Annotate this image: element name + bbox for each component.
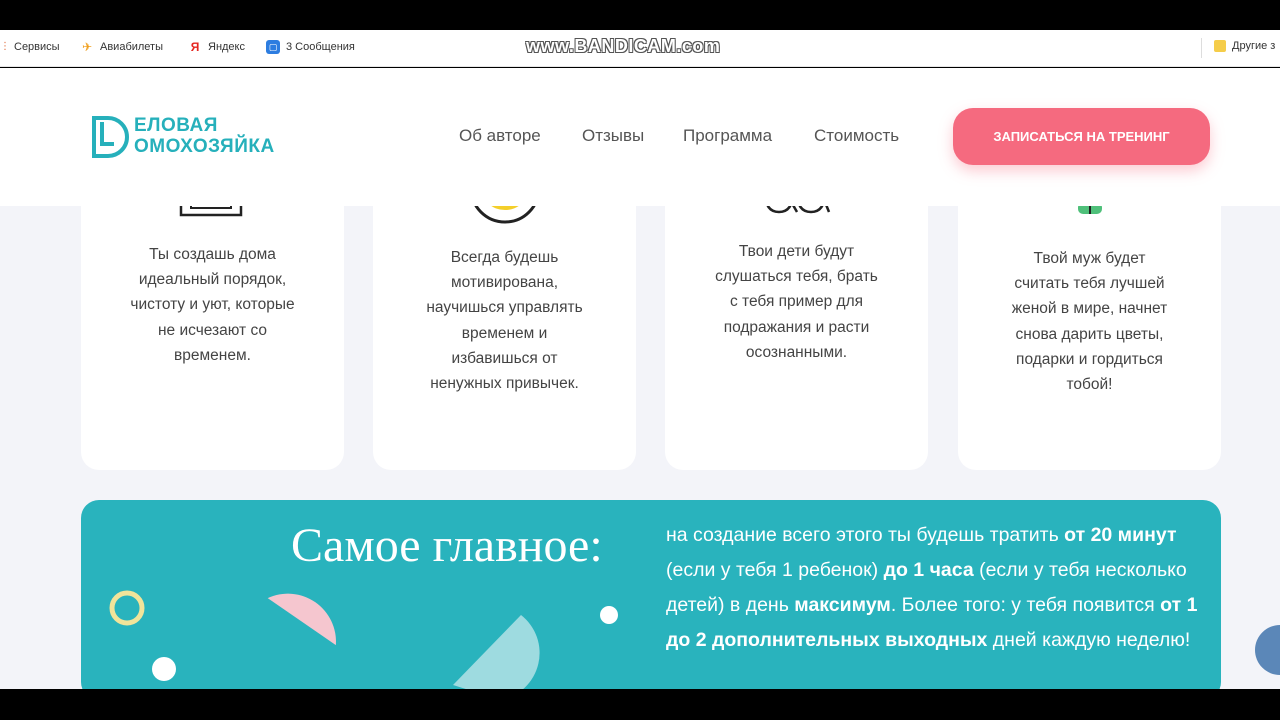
nav-reviews[interactable]: Отзывы: [582, 126, 644, 146]
folder-icon: [1214, 40, 1226, 52]
banner-text-bold: от 20 минут: [1064, 524, 1177, 546]
card-line: подражания и расти: [723, 318, 870, 336]
card-line: мотивирована,: [451, 274, 558, 292]
web-page: Ты создашь дома идеальный порядок, чисто…: [0, 68, 1280, 689]
benefit-card-motivation: Всегда будешь мотивирована, научишься уп…: [373, 188, 636, 470]
card-line: считать тебя лучшей: [1014, 275, 1165, 293]
bookmark-label: Авиабилеты: [100, 41, 164, 53]
recording-watermark: www.BANDICAM.com: [526, 36, 721, 56]
banner-text-part: на создание всего этого ты будешь тратит…: [666, 524, 1065, 546]
card-line: идеальный порядок,: [138, 271, 287, 289]
banner-text-bold: до 1 часа: [883, 559, 974, 581]
bookmarks-divider: [1201, 38, 1202, 58]
yandex-icon: Я: [190, 40, 200, 54]
messages-icon: ▢: [266, 40, 280, 54]
bookmark-label: Яндекс: [208, 41, 245, 53]
logo-mark-icon: [92, 116, 129, 158]
site-logo[interactable]: ЕЛОВАЯ ОМОХОЗЯЙКА: [90, 115, 290, 160]
card-line: снова дарить цветы,: [1015, 325, 1164, 343]
card-line: Ты создашь дома: [149, 246, 276, 263]
bookmark-services[interactable]: ⋮ Сервисы: [0, 40, 60, 54]
card-line: Твои дети будут: [738, 243, 855, 260]
apps-grid-icon: ⋮: [0, 41, 10, 52]
card-line: ненужных привычек.: [430, 375, 579, 393]
card-line: избавишься от: [451, 349, 558, 367]
bookmark-label: Другие з: [1232, 40, 1276, 52]
bookmark-label: Сервисы: [14, 41, 60, 53]
screen-frame: ⋮ Сервисы ✈ Авиабилеты Я Яндекс ▢ 3 Сооб…: [0, 0, 1280, 720]
card-line: временем.: [174, 346, 251, 364]
card-line: научишься управлять: [426, 299, 583, 317]
card-text: Всегда будешь мотивирована, научишься уп…: [393, 245, 616, 396]
letterbox-bar: [0, 689, 1280, 720]
bookmark-messages[interactable]: ▢ 3 Сообщения: [266, 40, 355, 54]
card-line: подарки и гордиться: [1016, 350, 1163, 368]
signup-training-button[interactable]: ЗАПИСАТЬСЯ НА ТРЕНИНГ: [953, 108, 1210, 165]
card-text: Ты создашь дома идеальный порядок, чисто…: [101, 242, 324, 368]
banner-title: Самое главное:: [291, 519, 603, 572]
banner-text-part: дней каждую неделю!: [987, 629, 1191, 651]
logo-line-2: ОМОХОЗЯЙКА: [134, 136, 275, 157]
benefit-card-children: Твои дети будут слушаться тебя, брать с …: [665, 188, 928, 470]
card-text: Твои дети будут слушаться тебя, брать с …: [685, 239, 908, 365]
card-line: осознанными.: [745, 343, 848, 361]
key-point-banner: Самое главное: на создание всего этого т…: [81, 500, 1221, 689]
nav-about-author[interactable]: Об авторе: [459, 126, 541, 146]
card-line: временем и: [461, 324, 548, 342]
card-line: Твой муж будет: [1033, 250, 1146, 267]
banner-text-bold: максимум: [794, 594, 891, 616]
card-line: чистоту и уют, которые: [130, 296, 295, 314]
nav-program[interactable]: Программа: [683, 126, 772, 146]
bookmark-flights[interactable]: ✈ Авиабилеты: [80, 40, 163, 54]
card-line: с тебя пример для: [729, 293, 864, 311]
logo-line-1: ЕЛОВАЯ: [134, 115, 218, 136]
bookmark-other-folder[interactable]: Другие з: [1214, 40, 1275, 52]
bookmark-yandex[interactable]: Я Яндекс: [188, 40, 245, 54]
benefit-card-home: Ты создашь дома идеальный порядок, чисто…: [81, 188, 344, 470]
banner-text-part: . Более того: у тебя появится: [890, 594, 1161, 616]
bookmark-label: 3 Сообщения: [286, 41, 355, 53]
card-line: Всегда будешь: [450, 249, 559, 266]
site-header: ЕЛОВАЯ ОМОХОЗЯЙКА Об авторе Отзывы Прогр…: [0, 68, 1280, 206]
card-text: Твой муж будет считать тебя лучшей женой…: [978, 246, 1201, 397]
banner-text: на создание всего этого ты будешь тратит…: [666, 518, 1216, 658]
airplane-icon: ✈: [81, 40, 93, 54]
nav-pricing[interactable]: Стоимость: [814, 126, 899, 146]
card-line: женой в мире, начнет: [1011, 300, 1168, 318]
card-line: слушаться тебя, брать: [715, 268, 878, 286]
benefit-card-husband: Твой муж будет считать тебя лучшей женой…: [958, 188, 1221, 470]
banner-text-part: (если у тебя 1 ребенок): [666, 559, 884, 581]
card-line: не исчезают со: [157, 321, 268, 339]
card-line: тобой!: [1066, 376, 1113, 394]
